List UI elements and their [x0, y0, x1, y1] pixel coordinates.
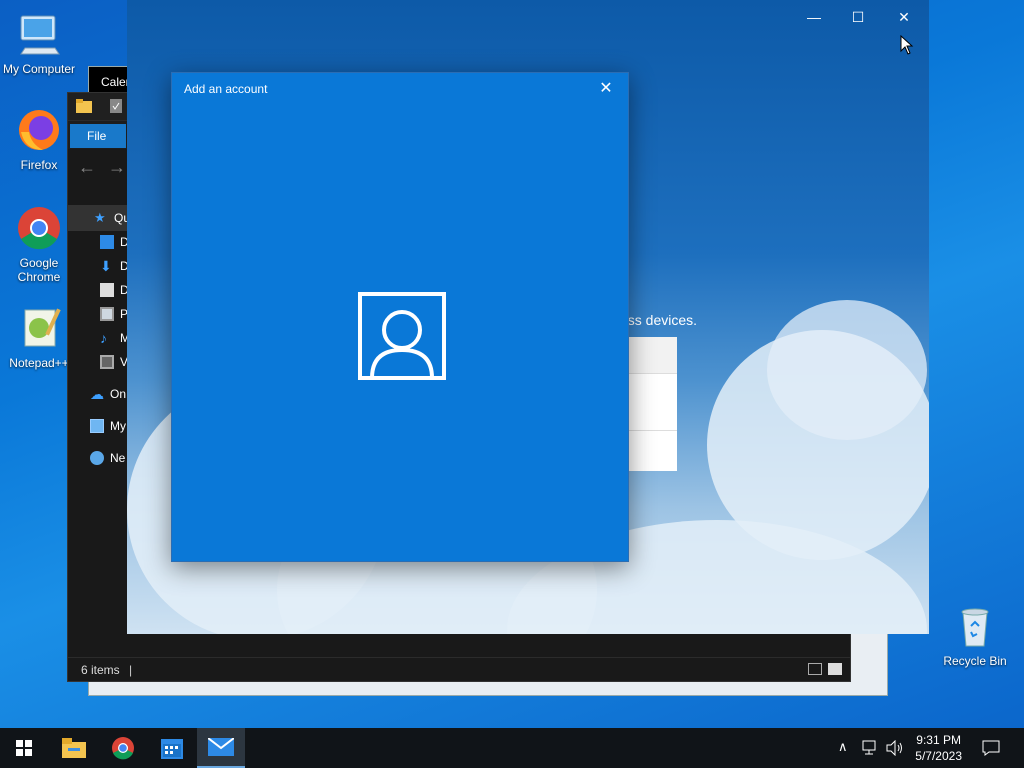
maximize-button[interactable]: ☐	[843, 8, 873, 26]
details-view-icon[interactable]	[808, 663, 822, 675]
nav-item-documents[interactable]: D	[72, 278, 132, 302]
account-list-panel[interactable]	[627, 337, 677, 471]
large-icons-view-icon[interactable]	[828, 663, 842, 675]
nav-item-quick-access[interactable]: ★ Qu	[72, 206, 132, 230]
document-icon	[100, 283, 114, 297]
chevron-up-icon[interactable]: ∧	[838, 739, 848, 755]
file-explorer-icon	[62, 738, 86, 758]
star-icon: ★	[94, 210, 106, 225]
desktop-icon-notepadpp[interactable]: Notepad++	[1, 304, 77, 370]
desktop-icon-chrome[interactable]: Google Chrome	[1, 204, 77, 284]
action-center-icon[interactable]	[982, 740, 1000, 756]
notepadpp-icon	[15, 304, 63, 352]
folder-icon	[76, 99, 92, 113]
start-button[interactable]	[0, 728, 48, 768]
forward-arrow-icon[interactable]: →	[108, 157, 126, 178]
taskbar-mail[interactable]	[197, 728, 245, 768]
desktop-icon-my-computer[interactable]: My Computer	[1, 10, 77, 76]
music-icon: ♪	[100, 330, 107, 346]
file-tab[interactable]: File	[70, 124, 126, 148]
network-icon	[90, 451, 104, 465]
nav-item-downloads[interactable]: ⬇ D	[72, 254, 132, 278]
add-account-dialog[interactable]: Add an account ✕	[171, 72, 629, 562]
desktop-icon-label: Firefox	[20, 158, 58, 172]
mail-icon	[208, 738, 234, 756]
clock[interactable]: 9:31 PM 5/7/2023	[915, 732, 962, 764]
status-bar: 6 items |	[68, 657, 850, 681]
download-icon: ⬇	[100, 258, 112, 274]
desktop-icon-firefox[interactable]: Firefox	[1, 106, 77, 172]
close-button[interactable]: ✕	[889, 8, 919, 26]
background-text: oss devices.	[620, 312, 698, 328]
taskbar-chrome[interactable]	[99, 728, 147, 768]
cloud-decoration	[767, 300, 927, 440]
taskbar-file-explorer[interactable]	[50, 728, 98, 768]
start-icon	[16, 740, 32, 756]
nav-item-music[interactable]: ♪ M	[72, 326, 132, 350]
mouse-cursor-icon	[900, 35, 914, 55]
nav-item-desktop[interactable]: D	[72, 230, 132, 254]
panel-row	[627, 337, 677, 374]
nav-item-onedrive[interactable]: ☁ On	[72, 382, 132, 406]
minimize-button[interactable]: —	[799, 8, 829, 26]
nav-item-pictures[interactable]: P	[72, 302, 132, 326]
person-icon	[358, 292, 446, 380]
computer-icon	[90, 419, 104, 433]
desktop-icon-label: Google Chrome	[17, 256, 61, 284]
desktop-icon-recycle-bin[interactable]: Recycle Bin	[937, 602, 1013, 668]
desktop-icon-label: My Computer	[2, 62, 76, 76]
navigation-pane: ★ Qu D ⬇ D D P ♪ M V ☁ On My Ne	[72, 206, 132, 470]
desktop-icon-label: Recycle Bin	[943, 654, 1007, 668]
network-icon[interactable]	[862, 740, 880, 756]
onedrive-icon: ☁	[90, 386, 104, 402]
desktop-icon-label: Notepad++	[9, 356, 69, 370]
clock-time: 9:31 PM	[916, 733, 961, 747]
item-count: 6 items	[81, 663, 120, 677]
nav-item-videos[interactable]: V	[72, 350, 132, 374]
clock-date: 5/7/2023	[915, 749, 962, 763]
properties-icon[interactable]	[110, 99, 122, 113]
firefox-icon	[15, 106, 63, 154]
close-icon[interactable]: ✕	[596, 79, 616, 99]
dialog-title: Add an account	[184, 82, 268, 96]
nav-item-my-computer[interactable]: My	[72, 414, 132, 438]
taskbar: ∧ 9:31 PM 5/7/2023	[0, 728, 1024, 768]
nav-item-network[interactable]: Ne	[72, 446, 132, 470]
calendar-icon	[161, 739, 183, 759]
desktop-folder-icon	[100, 235, 114, 249]
video-icon	[100, 355, 114, 369]
back-arrow-icon[interactable]: ←	[78, 157, 96, 178]
taskbar-calendar[interactable]	[148, 728, 196, 768]
computer-icon	[15, 10, 63, 58]
chrome-icon	[15, 204, 63, 252]
pictures-icon	[100, 307, 114, 321]
panel-row[interactable]	[627, 374, 677, 431]
chrome-icon	[112, 737, 134, 760]
recycle-bin-icon	[951, 602, 999, 650]
volume-icon[interactable]	[886, 740, 904, 756]
